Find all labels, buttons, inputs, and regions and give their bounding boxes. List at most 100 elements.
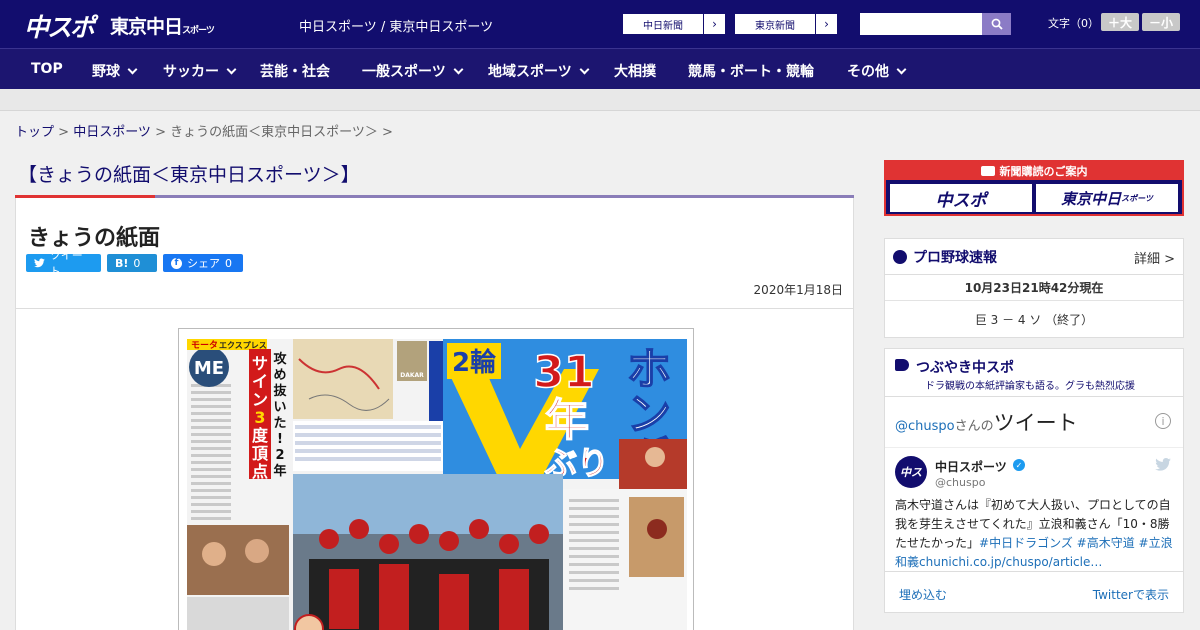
twitter-bird-icon [1155,458,1171,471]
nav-label: 野球 [92,64,120,80]
svg-text:抜: 抜 [273,383,287,399]
search-input[interactable] [860,13,982,35]
tweets-by-suffix: さんの [954,419,994,434]
svg-text:頂: 頂 [252,444,269,463]
subscription-tokyo-logo[interactable]: 東京中日 スポーツ [1036,184,1178,212]
nav-label: 競馬・ボート・競輪 [688,64,814,80]
facebook-share-button[interactable]: f シェア 0 [163,254,243,272]
nav-item-general-sports[interactable]: 一般スポーツ [362,61,464,81]
newspaper-front-page-image[interactable]: ME モータ エクスプレス サ イ ン 3 度 頂 点 攻 め 抜 い た ! … [178,328,694,630]
font-size-label: 文字（0） [1048,17,1099,30]
hatena-bookmark-button[interactable]: B! 0 [107,254,157,272]
subscription-tokyo-text: 東京中日 [1061,189,1122,208]
breadcrumb-sep: > [150,125,171,140]
logo-tokyo-chunichi[interactable]: 東京中日スポーツ [110,12,215,39]
chevron-down-icon [896,64,907,74]
svg-text:度: 度 [252,426,269,445]
account-name[interactable]: 中日スポーツ [935,458,1007,475]
tweets-by-header: @chuspoさんのツイート i [885,397,1183,448]
breadcrumb-current: きょうの紙面＜東京中日スポーツ＞ [170,125,378,140]
twitter-widget-footer: 埋め込む Twitterで表示 [885,571,1183,613]
nav-label: 芸能・社会 [260,64,330,80]
tokyo-shimbun-link[interactable]: 東京新聞 › [734,13,838,35]
info-icon[interactable]: i [1155,413,1171,429]
baseball-score-row[interactable]: 巨 3 － 4 ソ （終了） [885,301,1183,338]
ad-band [0,89,1200,111]
breadcrumb-home[interactable]: トップ [15,125,54,140]
nav-label: 一般スポーツ [362,64,446,80]
newspaper-illustration: ME モータ エクスプレス サ イ ン 3 度 頂 点 攻 め 抜 い た ! … [179,329,693,630]
svg-text:31: 31 [533,347,594,398]
newspaper-icon [980,166,995,176]
twitter-widget-title: つぶやき中スポ [916,360,1014,376]
view-on-twitter-link[interactable]: Twitterで表示 [1093,586,1169,603]
nav-item-entertainment[interactable]: 芸能・社会 [260,61,330,81]
article-heading: きょうの紙面 [28,226,161,251]
article-card: きょうの紙面 ツイート B! 0 f シェア 0 2020年1月18日 ME モ… [15,198,854,630]
account-avatar[interactable]: 中ス [895,456,927,488]
nav-label: サッカー [163,64,219,80]
nav-label: その他 [847,64,889,80]
subscription-banner-header: 新聞購読のご案内 [886,162,1182,180]
breadcrumb: トップ > 中日スポーツ > きょうの紙面＜東京中日スポーツ＞ > [15,121,393,140]
facebook-share-label: シェア [187,257,220,270]
twitter-widget-header: つぶやき中スポ ドラ観戦の本紙評論家も語る。グラも熱烈応援 [885,349,1183,397]
nav-label: 地域スポーツ [488,64,572,80]
breadcrumb-sep: > [54,125,74,140]
svg-text:3: 3 [254,408,265,427]
logo-tokyo-text: 東京中日 [110,16,183,38]
tweet-link[interactable]: chunichi.co.jp/chuspo/article… [919,555,1102,569]
verified-badge-icon: ✓ [1013,459,1025,471]
subscription-chuspo-logo[interactable]: 中スポ [890,184,1032,212]
account-handle[interactable]: @chuspo [935,476,985,489]
article-divider [16,308,853,309]
nav-item-top[interactable]: TOP [31,61,63,77]
nav-item-sumo[interactable]: 大相撲 [614,61,656,81]
nav-item-regional-sports[interactable]: 地域スポーツ [488,61,590,81]
svg-text:め: め [273,368,286,383]
svg-text:サ: サ [252,354,268,373]
embed-link[interactable]: 埋め込む [899,586,947,603]
baseball-icon [893,249,907,264]
chunichi-shimbun-link[interactable]: 中日新聞 › [622,13,726,35]
main-nav: TOP 野球 サッカー 芸能・社会 一般スポーツ 地域スポーツ 大相撲 競馬・ボ… [0,48,1200,89]
breadcrumb-section[interactable]: 中日スポーツ [73,125,151,140]
tweet-text-block: 高木守道さんは『初めて大人扱い、プロとしての自我を芽生えさせてくれた』立浪和義さ… [895,496,1175,572]
svg-text:攻: 攻 [273,351,287,367]
tweets-by-user[interactable]: @chuspo [895,419,955,434]
svg-text:ン: ン [252,390,268,409]
megaphone-icon [895,359,909,371]
subscription-tokyo-small: スポーツ [1121,193,1153,203]
svg-text:ホ: ホ [627,344,671,395]
baseball-widget-header: プロ野球速報 詳細 > [885,239,1183,275]
svg-text:た: た [273,416,286,431]
nav-label: TOP [31,61,63,77]
svg-text:年: 年 [545,395,589,446]
baseball-widget-title: プロ野球速報 [913,249,997,266]
subscription-banner[interactable]: 新聞購読のご案内 中スポ 東京中日 スポーツ [884,160,1184,216]
tweet-share-button[interactable]: ツイート [26,249,101,278]
tweets-by-label: ツイート [993,411,1078,435]
baseball-details-link[interactable]: 詳細 > [1134,248,1175,267]
breadcrumb-tail: > [377,125,393,140]
nav-item-soccer[interactable]: サッカー [163,61,237,81]
svg-text:ン: ン [627,389,671,440]
page-title: 【きょうの紙面＜東京中日スポーツ＞】 [18,164,360,186]
search-button[interactable] [982,13,1011,35]
svg-text:モータ: モータ [191,339,218,351]
font-larger-button[interactable]: ＋大 [1101,13,1139,31]
svg-text:2輪: 2輪 [452,347,497,378]
tweet-share-label: ツイート [49,249,83,278]
svg-text:年: 年 [273,463,286,479]
nav-item-other[interactable]: その他 [847,61,907,81]
svg-text:DAKAR: DAKAR [400,372,424,379]
nav-item-racing[interactable]: 競馬・ボート・競輪 [688,61,814,81]
subscription-banner-label: 新聞購読のご案内 [999,165,1088,178]
logo-chuspo[interactable]: 中スポ [24,8,95,44]
article-date: 2020年1月18日 [753,283,843,297]
tweet-card[interactable]: 中ス 中日スポーツ ✓ @chuspo 高木守道さんは『初めて大人扱い、プロとし… [885,448,1183,572]
nav-item-baseball[interactable]: 野球 [92,61,138,81]
svg-text:い: い [273,400,286,415]
font-smaller-button[interactable]: －小 [1142,13,1180,31]
chevron-down-icon [579,64,590,74]
